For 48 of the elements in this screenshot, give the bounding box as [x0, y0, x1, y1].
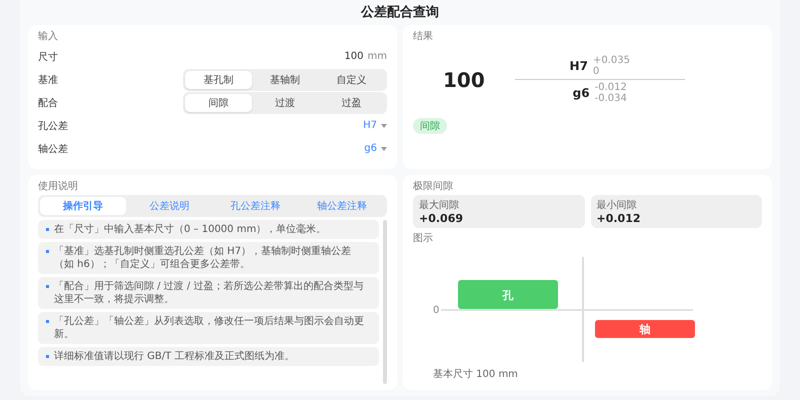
bullet-icon	[46, 228, 49, 231]
card-value: +0.069	[419, 212, 464, 225]
card-value: +0.012	[596, 212, 642, 225]
unit-label: mm	[368, 51, 387, 62]
scrollbar[interactable]	[383, 220, 387, 384]
segment-option[interactable]: 过盈	[318, 94, 386, 112]
section-label: 图示	[413, 232, 434, 245]
segment-option[interactable]: 基孔制	[185, 70, 252, 88]
size-value[interactable]: 100	[344, 51, 364, 62]
field-label: 轴公差	[38, 142, 68, 156]
segment-option[interactable]: 间隙	[185, 94, 252, 112]
lower-deviation: 0	[592, 66, 600, 77]
hole-grade: H7	[570, 59, 588, 73]
shaft-grade: g6	[572, 86, 590, 100]
segment-option[interactable]: 基轴制	[252, 70, 318, 88]
shaft-zone: 轴	[595, 320, 695, 338]
field-label: 配合	[38, 96, 58, 110]
hole-zone: 孔	[458, 280, 558, 309]
section-label: 极限间隙	[413, 180, 454, 193]
section-label: 使用说明	[38, 180, 79, 193]
segment-option[interactable]: 过渡	[252, 94, 318, 112]
bullet-icon	[46, 355, 49, 358]
diagram-caption: 基本尺寸 100 mm	[432, 368, 519, 381]
field-label: 孔公差	[38, 120, 68, 132]
field-label: 尺寸	[38, 50, 58, 64]
field-label: 基准	[38, 74, 58, 86]
section-label: 结果	[413, 30, 434, 43]
page-title: 公差配合查询	[360, 4, 440, 22]
zero-label: 0	[433, 305, 440, 316]
lower-deviation: -0.034	[594, 93, 627, 104]
basic-size: 100	[443, 68, 485, 92]
caret-icon	[381, 124, 387, 128]
card-label: 最大间隙	[419, 198, 460, 212]
bullet-icon	[46, 285, 49, 288]
instruction-text: 在「尺寸」中输入基本尺寸（0 – 10000 mm），单位毫米。	[54, 223, 326, 236]
section-label: 输入	[38, 30, 59, 43]
instruction-text: 详细标准值请以现行 GB/T 工程标准及正式图纸为准。	[54, 350, 294, 363]
upper-deviation: +0.035	[592, 55, 630, 66]
instruction-text: 「配合」用于筛选间隙 / 过渡 / 过盈；若所选公差带算出的配合类型与这里不一致，将提示调整。	[54, 280, 364, 306]
segment-option[interactable]: 自定义	[318, 70, 386, 88]
bullet-icon	[46, 320, 49, 323]
instruction-text: 「孔公差」「轴公差」从列表选取，修改任一项后结果与图示会自动更新。	[54, 315, 365, 341]
caret-icon	[381, 146, 387, 150]
bullet-icon	[46, 250, 49, 253]
upper-deviation: -0.012	[594, 82, 627, 93]
instruction-text: 「基准」选基孔制时侧重选孔公差（如 H7），基轴制时侧重轴公差（如 h6）；「自定义」可组合更多公差带。	[54, 245, 352, 271]
card-label: 最小间隙	[596, 198, 638, 212]
fit-type-badge: 间隙	[413, 118, 447, 134]
